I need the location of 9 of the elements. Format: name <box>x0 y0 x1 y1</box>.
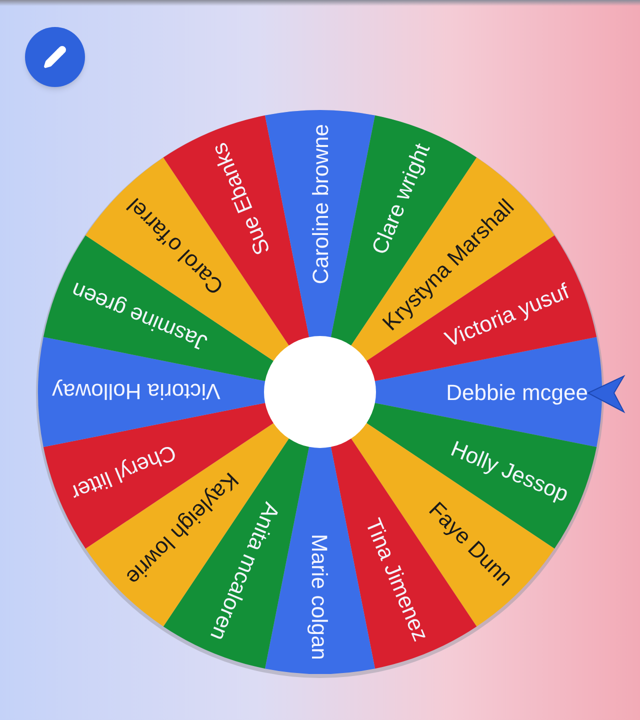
pointer-icon <box>586 374 626 414</box>
pencil-icon <box>43 45 67 69</box>
wheel-label: Clare wright <box>366 140 435 258</box>
wheel-label: Victoria Holloway <box>52 379 220 404</box>
wheel-label: Sue Ebanks <box>206 139 275 259</box>
wheel-label: Debbie mcgee <box>446 380 588 405</box>
wheel-label: Caroline browne <box>308 124 333 284</box>
edit-button[interactable] <box>25 27 85 87</box>
wheel-label: Marie colgan <box>307 534 332 660</box>
